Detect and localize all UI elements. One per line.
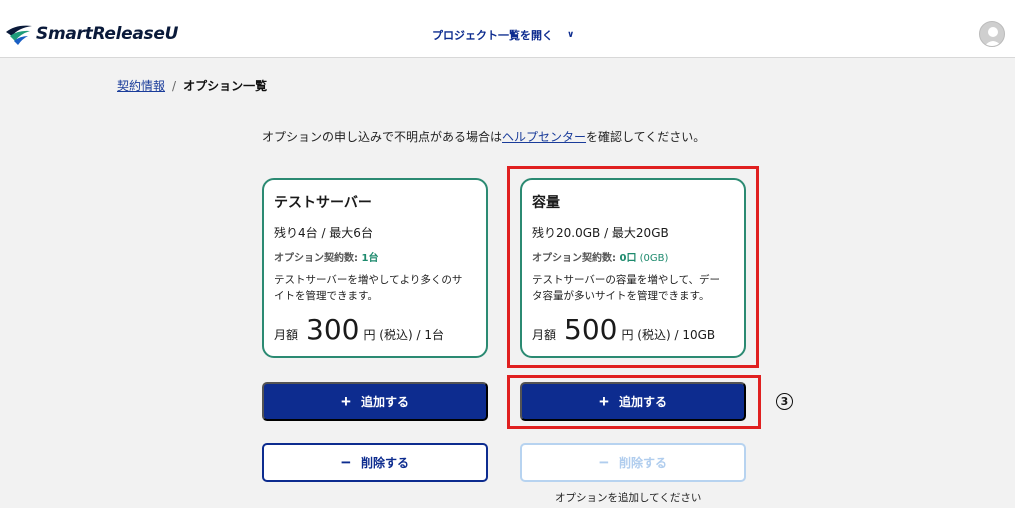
plus-icon: + <box>341 391 351 411</box>
capacity-card-highlight <box>507 166 759 368</box>
step-number-badge: 3 <box>776 393 793 410</box>
chevron-down-icon: ∨ <box>567 30 575 40</box>
logo-mark-icon <box>6 25 32 45</box>
price-value: 300 <box>306 313 360 346</box>
add-capacity-highlight <box>507 375 761 429</box>
option-card-test-server: テストサーバー 残り4台 / 最大6台 オプション契約数: 1台 テストサーバー… <box>262 178 488 358</box>
add-test-server-button[interactable]: + 追加する <box>262 382 488 421</box>
page-title: オプション一覧 <box>183 79 268 93</box>
minus-icon: − <box>599 452 609 472</box>
delete-test-server-button[interactable]: − 削除する <box>262 443 488 482</box>
card-title: テストサーバー <box>274 195 372 211</box>
top-header: SmartReleaseU プロジェクト一覧を開く ∨ <box>0 0 1015 58</box>
project-list-menu[interactable]: プロジェクト一覧を開く ∨ <box>432 27 574 43</box>
user-avatar[interactable] <box>979 21 1005 47</box>
card-price: 月額 300 円 (税込) / 1台 <box>274 313 444 346</box>
intro-text: オプションの申し込みで不明点がある場合はヘルプセンターを確認してください。 <box>262 130 706 144</box>
card-description: テストサーバーを増やしてより多くのサ イトを管理できます。 <box>274 274 463 302</box>
help-center-link[interactable]: ヘルプセンター <box>502 130 586 144</box>
breadcrumb-separator: / <box>172 78 177 93</box>
project-list-menu-label: プロジェクト一覧を開く <box>432 29 553 42</box>
delete-capacity-button: − 削除する <box>520 443 746 482</box>
minus-icon: − <box>341 452 351 472</box>
logo-text: SmartReleaseU <box>36 24 179 44</box>
card-contract-count: オプション契約数: 1台 <box>274 253 379 264</box>
user-icon <box>984 27 1002 46</box>
add-option-hint: オプションを追加してください <box>555 492 702 504</box>
logo[interactable]: SmartReleaseU <box>4 22 178 46</box>
breadcrumb: 契約情報 / オプション一覧 <box>117 77 267 94</box>
card-remaining: 残り4台 / 最大6台 <box>274 226 373 240</box>
breadcrumb-contract-info-link[interactable]: 契約情報 <box>117 77 165 94</box>
